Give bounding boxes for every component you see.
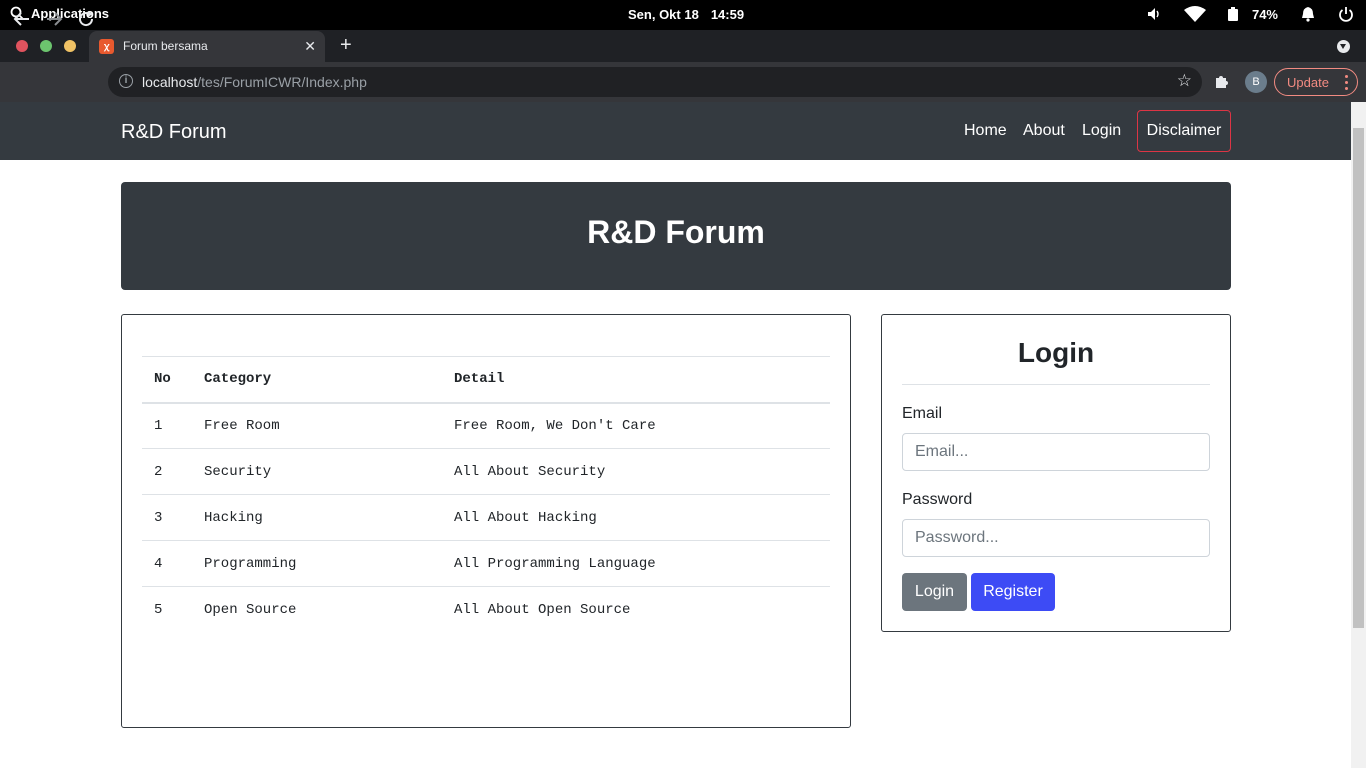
row-no: 1 bbox=[142, 402, 192, 449]
row-no: 5 bbox=[142, 586, 192, 633]
password-field[interactable] bbox=[902, 519, 1210, 557]
xampp-icon: ꭓ bbox=[99, 39, 114, 54]
table-row[interactable]: 2 Security All About Security bbox=[142, 448, 830, 495]
hero-banner: R&D Forum bbox=[121, 182, 1231, 290]
table-header-no: No bbox=[142, 356, 192, 404]
site-info-icon[interactable]: i bbox=[119, 74, 133, 88]
battery-icon[interactable] bbox=[1227, 7, 1238, 21]
power-icon[interactable] bbox=[1338, 6, 1354, 22]
wifi-icon[interactable] bbox=[1183, 5, 1206, 23]
clock-date: Sen, Okt 18 bbox=[628, 7, 699, 22]
row-category: Programming bbox=[192, 540, 442, 587]
battery-percent: 74% bbox=[1251, 6, 1278, 22]
row-no: 2 bbox=[142, 448, 192, 495]
url-host: localhost bbox=[142, 74, 198, 90]
more-menu-icon bbox=[1345, 75, 1348, 93]
hero-title: R&D Forum bbox=[587, 214, 765, 250]
table-row[interactable]: 1 Free Room Free Room, We Don't Care bbox=[142, 402, 830, 449]
nav-disclaimer-button[interactable]: Disclaimer bbox=[1137, 110, 1231, 152]
row-category: Hacking bbox=[192, 494, 442, 541]
row-category: Security bbox=[192, 448, 442, 495]
login-title: Login bbox=[1017, 337, 1095, 368]
table-header-category: Category bbox=[192, 356, 442, 404]
address-bar[interactable]: i localhost/tes/ForumICWR/Index.php ☆ bbox=[108, 67, 1202, 97]
nav-home-link[interactable]: Home bbox=[964, 122, 1007, 140]
reload-icon[interactable] bbox=[77, 10, 95, 32]
clock-time: 14:59 bbox=[710, 7, 745, 22]
nav-login-link[interactable]: Login bbox=[1082, 122, 1121, 140]
login-button[interactable]: Login bbox=[902, 573, 967, 611]
new-tab-icon[interactable]: + bbox=[340, 35, 352, 55]
window-maximize-button[interactable] bbox=[40, 40, 52, 52]
row-no: 3 bbox=[142, 494, 192, 541]
volume-icon[interactable] bbox=[1146, 6, 1162, 22]
row-detail: All About Security bbox=[442, 448, 830, 495]
row-detail: Free Room, We Don't Care bbox=[442, 402, 830, 449]
row-detail: All Programming Language bbox=[442, 540, 830, 587]
applications-label: Applications bbox=[31, 6, 110, 21]
table-row[interactable]: 3 Hacking All About Hacking bbox=[142, 494, 830, 541]
update-label: Update bbox=[1287, 75, 1329, 90]
row-category: Open Source bbox=[192, 586, 442, 633]
extensions-icon[interactable] bbox=[1213, 72, 1231, 90]
window-minimize-button[interactable] bbox=[64, 40, 76, 52]
row-no: 4 bbox=[142, 540, 192, 587]
back-icon[interactable] bbox=[13, 10, 31, 32]
tab-title: Forum bersama bbox=[123, 39, 208, 53]
nav-about-link[interactable]: About bbox=[1023, 122, 1065, 140]
table-row[interactable]: 4 Programming All Programming Language bbox=[142, 540, 830, 587]
url-path: /tes/ForumICWR/Index.php bbox=[197, 74, 367, 90]
table-row[interactable]: 5 Open Source All About Open Source bbox=[142, 586, 830, 633]
bell-icon[interactable] bbox=[1300, 6, 1316, 22]
navbar-brand[interactable]: R&D Forum bbox=[121, 121, 227, 144]
profile-avatar[interactable]: B bbox=[1245, 71, 1267, 93]
browser-tab-active[interactable]: ꭓ Forum bersama ✕ bbox=[89, 31, 325, 62]
tab-search-icon[interactable] bbox=[1337, 40, 1350, 53]
url-text: localhost/tes/ForumICWR/Index.php bbox=[142, 74, 367, 90]
bookmark-star-icon[interactable]: ☆ bbox=[1177, 71, 1192, 91]
scrollbar-thumb[interactable] bbox=[1353, 128, 1364, 628]
table-header-detail: Detail bbox=[442, 356, 830, 404]
update-button[interactable]: Update bbox=[1274, 68, 1358, 96]
window-close-button[interactable] bbox=[16, 40, 28, 52]
row-category: Free Room bbox=[192, 402, 442, 449]
category-table: No Category Detail 1 Free Room Free Room… bbox=[142, 356, 830, 633]
login-card: Login Email Password Login Register bbox=[881, 314, 1231, 632]
row-detail: All About Open Source bbox=[442, 586, 830, 633]
site-navbar: R&D Forum Home About Login Disclaimer bbox=[0, 102, 1351, 160]
email-label: Email bbox=[902, 405, 943, 422]
register-button[interactable]: Register bbox=[971, 573, 1055, 611]
clock[interactable]: Sen, Okt 18 14:59 bbox=[628, 7, 744, 22]
forward-icon[interactable] bbox=[45, 10, 63, 32]
login-divider bbox=[902, 384, 1210, 385]
os-top-bar: Applications Sen, Okt 18 14:59 74% bbox=[0, 0, 1366, 30]
email-field[interactable] bbox=[902, 433, 1210, 471]
table-header-row: No Category Detail bbox=[142, 356, 830, 404]
close-tab-icon[interactable]: ✕ bbox=[304, 38, 316, 55]
password-label: Password bbox=[902, 491, 973, 508]
page-scrollbar[interactable] bbox=[1351, 102, 1366, 768]
row-detail: All About Hacking bbox=[442, 494, 830, 541]
category-table-card: No Category Detail 1 Free Room Free Room… bbox=[121, 314, 851, 728]
